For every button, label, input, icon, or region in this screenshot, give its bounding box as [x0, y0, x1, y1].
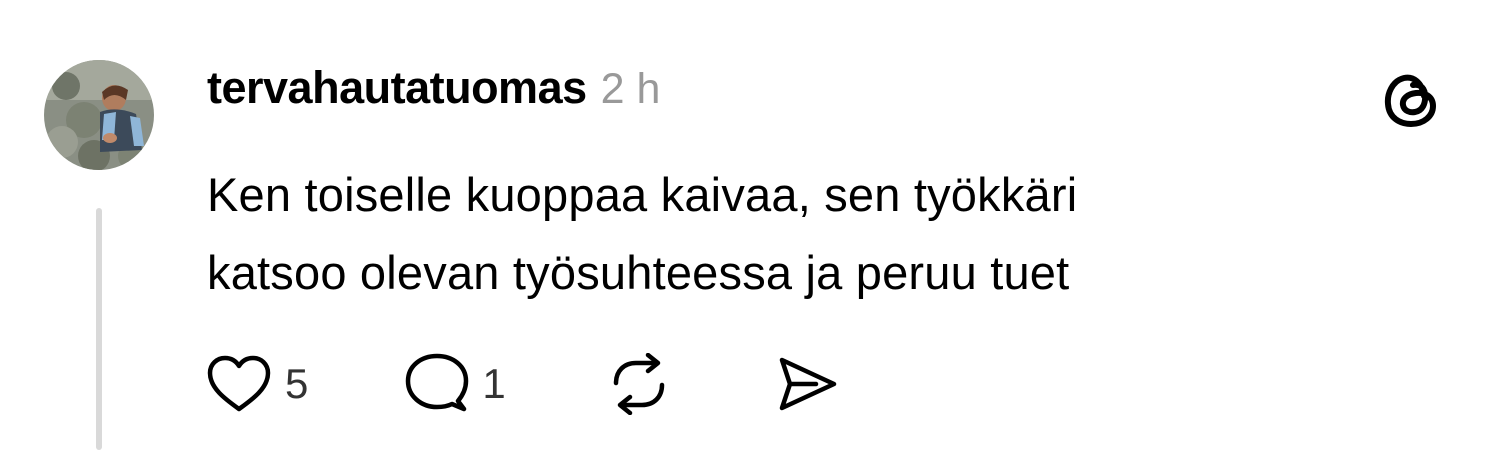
threads-logo-icon	[1378, 66, 1444, 132]
like-button[interactable]: 5	[205, 353, 308, 415]
share-button[interactable]	[776, 354, 840, 414]
like-count: 5	[285, 360, 309, 407]
thread-line	[96, 208, 102, 450]
avatar[interactable]	[44, 60, 154, 170]
avatar-photo	[44, 60, 154, 170]
repost-button[interactable]	[606, 353, 672, 415]
reply-count: 1	[482, 360, 506, 407]
post-text: Ken toiselle kuoppaa kaivaa, sen työkkär…	[207, 156, 1387, 312]
timestamp: 2 h	[600, 65, 661, 113]
reply-button[interactable]: 1	[404, 351, 506, 417]
post-text-line: Ken toiselle kuoppaa kaivaa, sen työkkär…	[207, 168, 1078, 221]
action-bar: 5 1	[205, 352, 840, 416]
heart-icon	[207, 355, 271, 412]
username[interactable]: tervahautatuomas	[207, 62, 587, 114]
comment-icon	[406, 353, 469, 412]
repost-icon	[613, 353, 664, 415]
post-text-line: katsoo olevan työsuhteessa ja peruu tuet	[207, 246, 1070, 299]
post-header: tervahautatuomas 2 h	[207, 62, 660, 118]
send-icon	[779, 357, 836, 411]
